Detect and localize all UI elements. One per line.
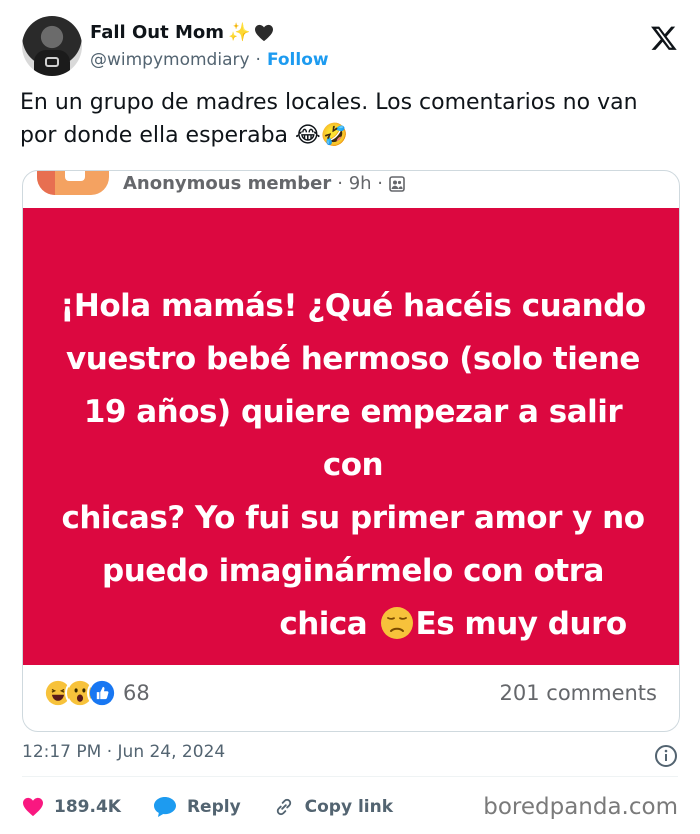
source-watermark: boredpanda.com bbox=[483, 794, 678, 820]
follow-button[interactable]: Follow bbox=[267, 50, 329, 70]
tweet-timestamp-row: 12:17 PM · Jun 24, 2024 bbox=[22, 742, 678, 770]
author-name-row[interactable]: Fall Out Mom ✨ bbox=[90, 22, 274, 43]
reply-bubble-icon bbox=[153, 797, 176, 817]
post-time-meta: · 9h · bbox=[337, 173, 384, 194]
post-background-panel: ¡Hola mamás! ¿Qué hacéis cuando vuestro … bbox=[23, 208, 679, 665]
copy-link-label: Copy link bbox=[304, 797, 394, 817]
disappointed-face-icon bbox=[380, 607, 413, 639]
post-line-5: puedo imaginármelo con otra bbox=[102, 553, 604, 589]
post-line-4: chicas? Yo fui su primer amor y no bbox=[61, 500, 645, 536]
author-avatar[interactable] bbox=[22, 16, 82, 76]
reply-button[interactable]: Reply bbox=[153, 796, 241, 818]
post-line-1: ¡Hola mamás! ¿Qué hacéis cuando bbox=[60, 288, 646, 324]
like-count: 189.4K bbox=[54, 797, 121, 817]
like-reaction-icon bbox=[87, 678, 117, 708]
post-line-6: chica Es muy duro bbox=[53, 598, 653, 651]
sparkles-icon: ✨ bbox=[228, 21, 251, 43]
anonymous-member-avatar bbox=[37, 171, 109, 195]
comments-count[interactable]: 201 comments bbox=[500, 681, 657, 705]
author-display-name[interactable]: Fall Out Mom bbox=[90, 22, 224, 43]
heart-icon bbox=[23, 797, 43, 817]
post-line-6-end: Es muy duro bbox=[415, 606, 628, 642]
group-members-icon bbox=[389, 175, 405, 192]
post-line-6-start: chica bbox=[279, 606, 368, 642]
reaction-count: 68 bbox=[123, 681, 150, 705]
info-icon[interactable] bbox=[654, 744, 678, 768]
handle-separator: · bbox=[255, 50, 261, 70]
tweet-actions: 189.4K Reply Copy link boredpanda.com bbox=[22, 790, 678, 824]
link-icon bbox=[276, 798, 291, 816]
embedded-post-header: Anonymous member · 9h · bbox=[23, 171, 679, 209]
copy-link-button[interactable]: Copy link bbox=[273, 796, 393, 818]
embedded-post-card[interactable]: Anonymous member · 9h · ¡Hola mamás! ¿Qu… bbox=[22, 170, 680, 732]
tweet-text: En un grupo de madres locales. Los comen… bbox=[20, 90, 638, 148]
reply-label: Reply bbox=[186, 797, 241, 817]
x-logo-icon[interactable] bbox=[650, 24, 678, 52]
like-button[interactable]: 189.4K bbox=[22, 797, 121, 817]
anonymous-member-name: Anonymous member bbox=[123, 173, 332, 194]
post-body-text: ¡Hola mamás! ¿Qué hacéis cuando vuestro … bbox=[53, 280, 653, 651]
post-line-2: vuestro bebé hermoso (solo tiene bbox=[66, 341, 640, 377]
author-handle-row: @wimpymomdiary · Follow bbox=[90, 50, 329, 70]
reaction-summary[interactable]: 68 bbox=[43, 678, 150, 708]
post-line-3: 19 años) quiere empezar a salir con bbox=[83, 394, 623, 483]
author-handle[interactable]: @wimpymomdiary bbox=[90, 50, 250, 70]
embedded-post-footer: 68 201 comments bbox=[23, 665, 679, 731]
black-heart-icon bbox=[255, 24, 274, 41]
tweet-timestamp[interactable]: 12:17 PM · Jun 24, 2024 bbox=[22, 742, 225, 762]
tweet-header: Fall Out Mom ✨ @wimpymomdiary · Follow bbox=[22, 14, 682, 78]
divider bbox=[22, 776, 678, 777]
